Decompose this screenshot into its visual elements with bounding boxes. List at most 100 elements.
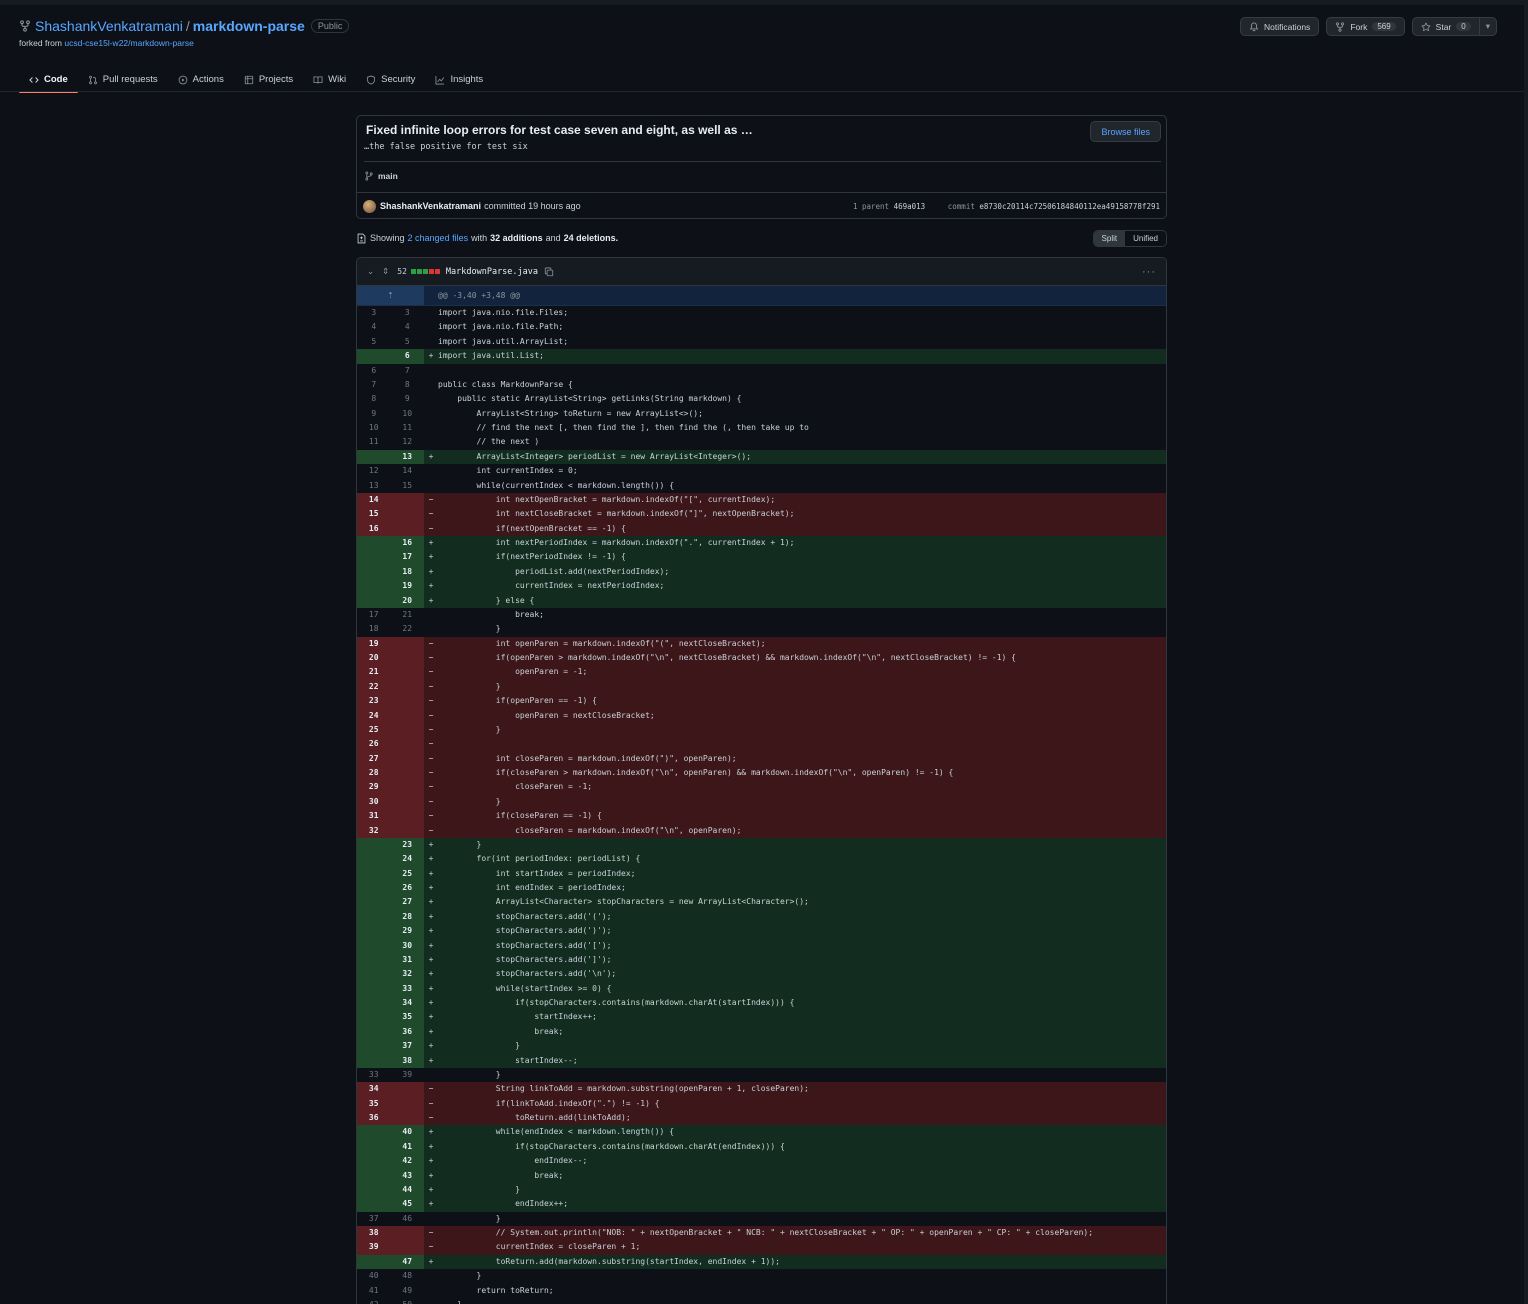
changed-files-link[interactable]: 2 changed files: [408, 233, 469, 243]
copy-icon[interactable]: [544, 267, 554, 277]
new-line-number[interactable]: [390, 679, 424, 695]
new-line-number[interactable]: 24: [390, 852, 424, 867]
new-line-number[interactable]: 9: [391, 392, 425, 406]
old-line-number[interactable]: 3: [357, 306, 391, 320]
old-line-number[interactable]: [357, 981, 391, 996]
old-line-number[interactable]: [357, 1039, 391, 1054]
tab-wiki[interactable]: Wiki: [303, 67, 356, 92]
new-line-number[interactable]: [390, 823, 424, 838]
branch-name-link[interactable]: main: [378, 171, 398, 181]
old-line-number[interactable]: 33: [357, 1068, 391, 1082]
old-line-number[interactable]: [357, 550, 391, 565]
forked-from-link[interactable]: ucsd-cse15l-w22/markdown-parse: [64, 38, 193, 48]
old-line-number[interactable]: 42: [357, 1298, 391, 1304]
author-link[interactable]: ShashankVenkatramani: [380, 201, 481, 211]
old-line-number[interactable]: 16: [357, 521, 391, 536]
new-line-number[interactable]: 35: [390, 1010, 424, 1025]
old-line-number[interactable]: 12: [357, 464, 391, 478]
old-line-number[interactable]: 38: [357, 1226, 391, 1241]
old-line-number[interactable]: 10: [357, 421, 391, 435]
new-line-number[interactable]: [390, 636, 424, 651]
tab-projects[interactable]: Projects: [234, 67, 303, 92]
old-line-number[interactable]: 32: [357, 823, 391, 838]
old-line-number[interactable]: [357, 837, 391, 853]
new-line-number[interactable]: 13: [390, 449, 424, 465]
old-line-number[interactable]: [357, 909, 391, 925]
split-view-button[interactable]: Split: [1093, 230, 1126, 246]
new-line-number[interactable]: [390, 694, 424, 709]
new-line-number[interactable]: 20: [390, 593, 424, 608]
new-line-number[interactable]: [390, 521, 424, 536]
old-line-number[interactable]: 40: [357, 1269, 391, 1283]
tab-insights[interactable]: Insights: [425, 67, 493, 92]
tab-actions[interactable]: Actions: [168, 67, 234, 92]
old-line-number[interactable]: 24: [357, 708, 391, 723]
unified-view-button[interactable]: Unified: [1125, 231, 1166, 246]
new-line-number[interactable]: 12: [391, 435, 425, 449]
old-line-number[interactable]: 4: [357, 320, 391, 334]
notifications-button[interactable]: Notifications: [1240, 17, 1320, 36]
old-line-number[interactable]: 9: [357, 407, 391, 421]
old-line-number[interactable]: [357, 866, 391, 881]
new-line-number[interactable]: [390, 737, 424, 752]
new-line-number[interactable]: [390, 780, 424, 795]
old-line-number[interactable]: [357, 1053, 391, 1068]
new-line-number[interactable]: 21: [391, 608, 425, 622]
new-line-number[interactable]: 32: [390, 967, 424, 982]
new-line-number[interactable]: 19: [390, 579, 424, 594]
old-line-number[interactable]: 34: [357, 1082, 391, 1097]
repo-name-link[interactable]: markdown-parse: [193, 18, 305, 34]
new-line-number[interactable]: 26: [390, 881, 424, 896]
repo-owner-link[interactable]: ShashankVenkatramani: [35, 18, 183, 34]
old-line-number[interactable]: [357, 1254, 391, 1270]
parent-hash-link[interactable]: 469a013: [894, 202, 926, 211]
new-line-number[interactable]: 29: [390, 924, 424, 939]
old-line-number[interactable]: [357, 895, 391, 910]
new-line-number[interactable]: 37: [390, 1039, 424, 1054]
old-line-number[interactable]: [357, 579, 391, 594]
chevron-down-icon[interactable]: ⌄: [367, 266, 374, 277]
old-line-number[interactable]: 17: [357, 608, 391, 622]
star-button[interactable]: Star 0: [1411, 17, 1480, 36]
new-line-number[interactable]: 30: [390, 938, 424, 953]
old-line-number[interactable]: 20: [357, 651, 391, 666]
old-line-number[interactable]: 29: [357, 780, 391, 795]
old-line-number[interactable]: 14: [357, 492, 391, 508]
new-line-number[interactable]: [390, 766, 424, 781]
old-line-number[interactable]: [357, 1168, 391, 1183]
new-line-number[interactable]: 17: [390, 550, 424, 565]
new-line-number[interactable]: [390, 1240, 424, 1255]
new-line-number[interactable]: 46: [391, 1212, 425, 1226]
new-line-number[interactable]: [390, 809, 424, 824]
old-line-number[interactable]: 8: [357, 392, 391, 406]
avatar[interactable]: [363, 199, 376, 213]
old-line-number[interactable]: [357, 536, 391, 551]
new-line-number[interactable]: [390, 507, 424, 522]
new-line-number[interactable]: 38: [390, 1053, 424, 1068]
new-line-number[interactable]: 39: [391, 1068, 425, 1082]
old-line-number[interactable]: 28: [357, 766, 391, 781]
new-line-number[interactable]: 25: [390, 866, 424, 881]
kebab-horizontal-icon[interactable]: ···: [1142, 266, 1156, 278]
new-line-number[interactable]: 33: [390, 981, 424, 996]
old-line-number[interactable]: [357, 952, 391, 968]
old-line-number[interactable]: 39: [357, 1240, 391, 1255]
new-line-number[interactable]: 27: [390, 895, 424, 910]
new-line-number[interactable]: 16: [390, 536, 424, 551]
old-line-number[interactable]: 37: [357, 1212, 391, 1226]
old-line-number[interactable]: [357, 593, 391, 608]
old-line-number[interactable]: [357, 1010, 391, 1025]
new-line-number[interactable]: 10: [391, 407, 425, 421]
tab-code[interactable]: Code: [19, 67, 78, 93]
new-line-number[interactable]: 44: [390, 1182, 424, 1198]
tab-security[interactable]: Security: [356, 67, 425, 92]
old-line-number[interactable]: [357, 967, 391, 982]
new-line-number[interactable]: 14: [391, 464, 425, 478]
old-line-number[interactable]: 22: [357, 679, 391, 695]
old-line-number[interactable]: 27: [357, 751, 391, 766]
new-line-number[interactable]: 11: [391, 421, 425, 435]
new-line-number[interactable]: 36: [390, 1024, 424, 1040]
new-line-number[interactable]: 23: [390, 837, 424, 853]
expand-up-icon[interactable]: ⇡: [357, 286, 424, 305]
new-line-number[interactable]: 47: [390, 1254, 424, 1270]
